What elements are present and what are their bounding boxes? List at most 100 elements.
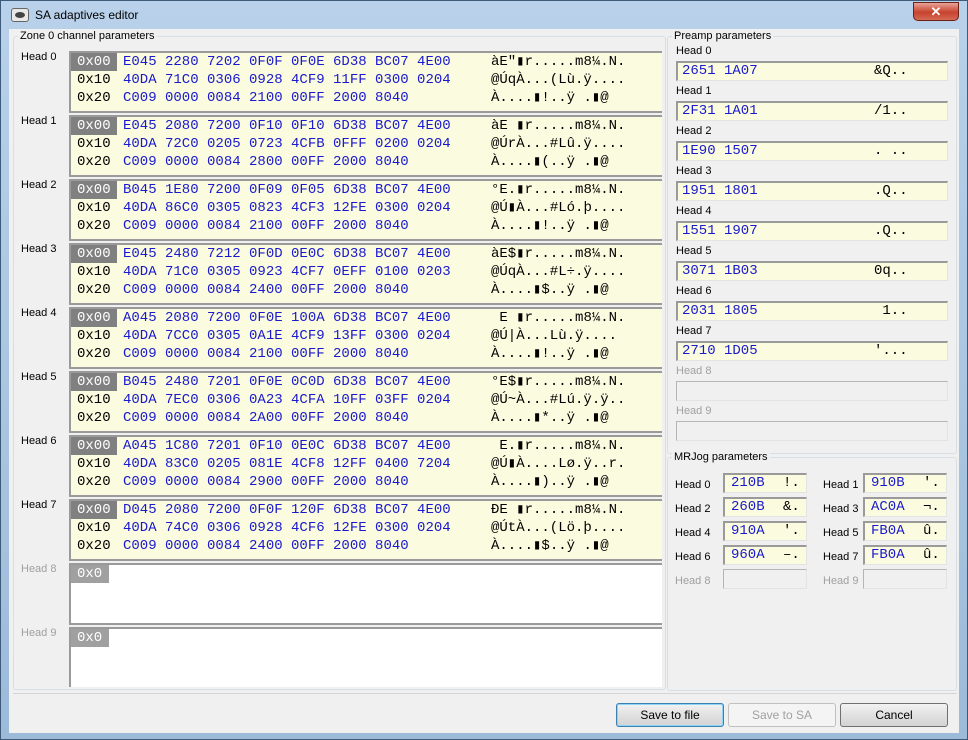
mrjog-ascii: '. bbox=[783, 523, 800, 539]
preamp-head-label-8: Head 8 bbox=[676, 365, 712, 377]
mrjog-head-field-3[interactable]: AC0A ¬. bbox=[863, 497, 947, 517]
hex-ascii: À....▮(..ÿ .▮@ bbox=[491, 154, 609, 170]
mrjog-ascii: '. bbox=[923, 475, 940, 491]
zone-head-hex-3[interactable]: 0x00 E045 2480 7212 0F0D 0E0C 6D38 BC07 4… bbox=[69, 243, 662, 305]
preamp-head-field-2[interactable]: 1E90 1507 . .. bbox=[676, 141, 948, 161]
zone-head-hex-6[interactable]: 0x00 A045 1C80 7201 0F10 0E0C 6D38 BC07 4… bbox=[69, 435, 662, 497]
hex-ascii: °E$▮r.....m8¼.N. bbox=[491, 374, 626, 390]
hex-offset: 0x00 bbox=[71, 309, 117, 327]
hex-row: 0x10 40DA 7CC0 0305 0A1E 4CF9 13FF 0300 0… bbox=[71, 327, 662, 345]
preamp-head-field-5[interactable]: 3071 1B03 0q.. bbox=[676, 261, 948, 281]
preamp-words: 1551 1907 bbox=[682, 223, 758, 239]
mrjog-head-field-1[interactable]: 910B '. bbox=[863, 473, 947, 493]
hex-row: 0x20 C009 0000 0084 2800 00FF 2000 8040 À.… bbox=[71, 153, 662, 171]
hex-row: 0x20 C009 0000 0084 2A00 00FF 2000 8040 À.… bbox=[71, 409, 662, 427]
hex-row: 0x20 C009 0000 0084 2400 00FF 2000 8040 À.… bbox=[71, 537, 662, 555]
preamp-head-field-1[interactable]: 2F31 1A01/1.. bbox=[676, 101, 948, 121]
zone-head-hex-2[interactable]: 0x00 B045 1E80 7200 0F09 0F05 6D38 BC07 4… bbox=[69, 179, 662, 241]
hex-row: 0x00 D045 2080 7200 0F0F 120F 6D38 BC07 4… bbox=[71, 501, 662, 519]
zone-head-hex-9: 0x0 bbox=[69, 627, 662, 687]
hex-ascii: À....▮)..ÿ .▮@ bbox=[491, 474, 609, 490]
hex-row: 0x20 C009 0000 0084 2100 00FF 2000 8040 À.… bbox=[71, 217, 662, 235]
mrjog-head-field-6[interactable]: 960A –. bbox=[723, 545, 807, 565]
hex-ascii: E.▮r.....m8¼.N. bbox=[491, 438, 626, 454]
preamp-head-label-5: Head 5 bbox=[676, 245, 712, 257]
hex-words: C009 0000 0084 2A00 00FF 2000 8040 bbox=[123, 410, 409, 426]
save-to-sa-button[interactable]: Save to SA bbox=[728, 703, 836, 727]
mrjog-words: 910B bbox=[871, 475, 905, 491]
hex-row: 0x20 C009 0000 0084 2100 00FF 2000 8040 À.… bbox=[71, 89, 662, 107]
zone-channel-group: Zone 0 channel parameters Head 0 0x00 E04… bbox=[13, 29, 666, 690]
preamp-head-field-6[interactable]: 2031 1805 1.. bbox=[676, 301, 948, 321]
hex-offset: 0x20 bbox=[77, 410, 111, 426]
hex-ascii: À....▮!..ÿ .▮@ bbox=[491, 218, 609, 234]
hex-offset: 0x00 bbox=[71, 181, 117, 199]
preamp-head-label-2: Head 2 bbox=[676, 125, 712, 137]
zone-head-hex-7[interactable]: 0x00 D045 2080 7200 0F0F 120F 6D38 BC07 4… bbox=[69, 499, 662, 561]
preamp-words: 2031 1805 bbox=[682, 303, 758, 319]
zone-head-label-3: Head 3 bbox=[21, 243, 57, 255]
hex-ascii: ÐE ▮r.....m8¼.N. bbox=[491, 502, 626, 518]
mrjog-head-label-5: Head 5 bbox=[823, 527, 859, 539]
hex-row: 0x10 40DA 74C0 0306 0928 4CF6 12FE 0300 0… bbox=[71, 519, 662, 537]
preamp-ascii: &Q.. bbox=[874, 63, 908, 79]
zone-head-hex-5[interactable]: 0x00 B045 2480 7201 0F0E 0C0D 6D38 BC07 4… bbox=[69, 371, 662, 433]
hex-row: 0x00 E045 2080 7200 0F10 0F10 6D38 BC07 4… bbox=[71, 117, 662, 135]
title-bar[interactable]: SA adaptives editor ✕ bbox=[1, 1, 967, 29]
mrjog-legend: MRJog parameters bbox=[672, 450, 770, 464]
mrjog-head-field-2[interactable]: 260B &. bbox=[723, 497, 807, 517]
close-button[interactable]: ✕ bbox=[913, 2, 959, 21]
hex-row: 0x0 bbox=[71, 565, 662, 583]
zone-head-label-4: Head 4 bbox=[21, 307, 57, 319]
hex-ascii: @Ú▮À...#Ló.þ.... bbox=[491, 200, 626, 216]
preamp-head-label-7: Head 7 bbox=[676, 325, 712, 337]
preamp-words: 3071 1B03 bbox=[682, 263, 758, 279]
mrjog-head-field-0[interactable]: 210B!. bbox=[723, 473, 807, 493]
mrjog-head-label-8: Head 8 bbox=[675, 575, 711, 587]
mrjog-head-label-2: Head 2 bbox=[675, 503, 711, 515]
hex-row: 0x10 40DA 86C0 0305 0823 4CF3 12FE 0300 0… bbox=[71, 199, 662, 217]
hex-words: B045 1E80 7200 0F09 0F05 6D38 BC07 4E00 bbox=[123, 182, 451, 198]
editor-window: SA adaptives editor ✕ Zone 0 channel par… bbox=[0, 0, 968, 740]
zone-head-hex-4[interactable]: 0x00 A045 2080 7200 0F0E 100A 6D38 BC07 4… bbox=[69, 307, 662, 369]
hex-offset: 0x10 bbox=[77, 520, 111, 536]
hex-offset: 0x00 bbox=[71, 245, 117, 263]
hex-words: C009 0000 0084 2100 00FF 2000 8040 bbox=[123, 218, 409, 234]
save-to-file-button[interactable]: Save to file bbox=[616, 703, 724, 727]
hex-row: 0x00 A045 1C80 7201 0F10 0E0C 6D38 BC07 4… bbox=[71, 437, 662, 455]
mrjog-words: FB0A bbox=[871, 523, 905, 539]
mrjog-head-field-4[interactable]: 910A '. bbox=[723, 521, 807, 541]
hex-row: 0x10 40DA 72C0 0205 0723 4CFB 0FFF 0200 0… bbox=[71, 135, 662, 153]
hex-ascii: À....▮$..ÿ .▮@ bbox=[491, 538, 609, 554]
hex-ascii: À....▮!..ÿ .▮@ bbox=[491, 346, 609, 362]
mrjog-head-label-0: Head 0 bbox=[675, 479, 711, 491]
preamp-head-field-4[interactable]: 1551 1907 .Q.. bbox=[676, 221, 948, 241]
preamp-head-label-4: Head 4 bbox=[676, 205, 712, 217]
hex-row: 0x20 C009 0000 0084 2900 00FF 2000 8040 À.… bbox=[71, 473, 662, 491]
zone-head-hex-0[interactable]: 0x00 E045 2280 7202 0F0F 0F0E 6D38 BC07 4… bbox=[69, 51, 662, 113]
hex-offset: 0x00 bbox=[71, 373, 117, 391]
preamp-head-field-7[interactable]: 2710 1D05 '... bbox=[676, 341, 948, 361]
preamp-ascii: . .. bbox=[874, 143, 908, 159]
hex-ascii: À....▮$..ÿ .▮@ bbox=[491, 282, 609, 298]
hex-offset: 0x00 bbox=[71, 53, 117, 71]
hex-words: 40DA 86C0 0305 0823 4CF3 12FE 0300 0204 bbox=[123, 200, 451, 216]
preamp-head-field-3[interactable]: 1951 1801 .Q.. bbox=[676, 181, 948, 201]
zone-head-label-9: Head 9 bbox=[21, 627, 57, 639]
preamp-ascii: .Q.. bbox=[874, 223, 908, 239]
hex-offset: 0x00 bbox=[71, 501, 117, 519]
zone-head-hex-1[interactable]: 0x00 E045 2080 7200 0F10 0F10 6D38 BC07 4… bbox=[69, 115, 662, 177]
zone-head-label-8: Head 8 bbox=[21, 563, 57, 575]
preamp-head-field-0[interactable]: 2651 1A07 &Q.. bbox=[676, 61, 948, 81]
hex-words: E045 2480 7212 0F0D 0E0C 6D38 BC07 4E00 bbox=[123, 246, 451, 262]
hex-row: 0x10 40DA 7EC0 0306 0A23 4CFA 10FF 03FF 0… bbox=[71, 391, 662, 409]
mrjog-head-label-3: Head 3 bbox=[823, 503, 859, 515]
mrjog-head-field-7[interactable]: FB0A û. bbox=[863, 545, 947, 565]
client-area: Zone 0 channel parameters Head 0 0x00 E04… bbox=[9, 29, 959, 733]
app-icon bbox=[11, 8, 29, 22]
cancel-button[interactable]: Cancel bbox=[840, 703, 948, 727]
hex-ascii: @ÚtÀ...(Lö.þ.... bbox=[491, 520, 626, 536]
mrjog-head-field-5[interactable]: FB0A û. bbox=[863, 521, 947, 541]
mrjog-ascii: !. bbox=[783, 475, 800, 491]
preamp-legend: Preamp parameters bbox=[672, 29, 774, 43]
